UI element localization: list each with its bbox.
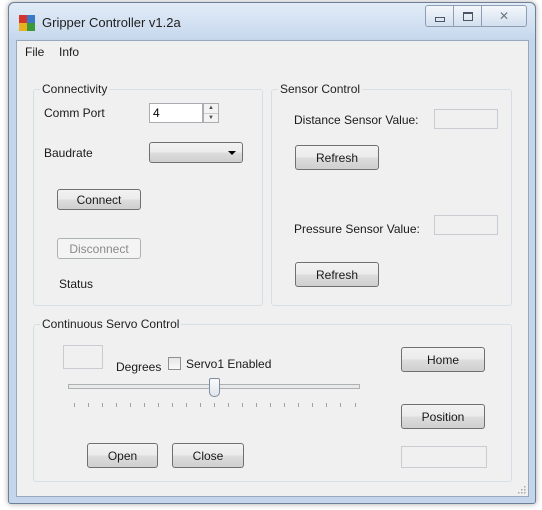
slider-tick <box>214 403 215 407</box>
pressure-sensor-label: Pressure Sensor Value: <box>294 222 420 236</box>
servo-control-group: Continuous Servo Control Degrees Servo1 … <box>33 317 512 482</box>
comm-port-input[interactable] <box>149 103 203 123</box>
spin-up-icon[interactable]: ▲ <box>204 104 218 114</box>
minimize-icon <box>434 16 445 22</box>
client-area: File Info Connectivity Comm Port ▲ ▼ Bau… <box>16 40 529 497</box>
slider-tick <box>144 403 145 407</box>
chevron-down-icon <box>228 151 236 155</box>
app-window: Gripper Controller v1.2a ✕ File Info Con… <box>8 2 536 504</box>
minimize-button[interactable] <box>425 5 454 27</box>
slider-tick <box>74 403 75 407</box>
resize-grip-icon[interactable] <box>516 484 526 494</box>
servo1-label: Servo1 Enabled <box>186 357 272 371</box>
menu-bar: File Info <box>17 41 528 63</box>
slider-tick <box>312 403 313 407</box>
connect-button[interactable]: Connect <box>57 189 141 210</box>
menu-file[interactable]: File <box>25 45 44 59</box>
slider-tick <box>172 403 173 407</box>
slider-tick <box>242 403 243 407</box>
slider-tick <box>355 403 356 407</box>
spin-down-icon[interactable]: ▼ <box>204 114 218 123</box>
app-icon <box>19 15 35 31</box>
slider-tick <box>228 403 229 407</box>
degrees-label: Degrees <box>116 360 162 374</box>
title-bar[interactable]: Gripper Controller v1.2a ✕ <box>9 3 535 39</box>
window-title: Gripper Controller v1.2a <box>42 15 181 30</box>
maximize-button[interactable] <box>453 5 482 27</box>
servo1-checkbox[interactable] <box>168 357 181 370</box>
slider-tick <box>298 403 299 407</box>
sensor-control-title: Sensor Control <box>278 82 363 96</box>
refresh-pressure-button[interactable]: Refresh <box>295 262 379 287</box>
slider-tick <box>340 403 341 407</box>
pressure-sensor-value <box>434 215 498 235</box>
slider-tick <box>102 403 103 407</box>
comm-port-spinner[interactable]: ▲ ▼ <box>203 103 219 123</box>
slider-thumb[interactable] <box>209 378 220 397</box>
slider-tick <box>200 403 201 407</box>
disconnect-button[interactable]: Disconnect <box>57 238 141 259</box>
servo-slider[interactable] <box>68 378 360 412</box>
open-button[interactable]: Open <box>87 443 158 468</box>
position-value <box>401 446 487 468</box>
baudrate-label: Baudrate <box>44 146 93 160</box>
slider-tick <box>186 403 187 407</box>
caption-buttons: ✕ <box>425 5 527 27</box>
position-button[interactable]: Position <box>401 404 485 429</box>
distance-sensor-label: Distance Sensor Value: <box>294 113 419 127</box>
refresh-distance-button[interactable]: Refresh <box>295 145 379 170</box>
distance-sensor-value <box>434 109 498 129</box>
home-button[interactable]: Home <box>401 347 485 372</box>
degrees-value <box>63 345 103 369</box>
menu-info[interactable]: Info <box>59 45 79 59</box>
connectivity-group: Connectivity Comm Port ▲ ▼ Baudrate Conn… <box>33 82 263 306</box>
baudrate-select[interactable] <box>149 142 243 163</box>
slider-tick <box>116 403 117 407</box>
status-label: Status <box>59 277 94 291</box>
slider-tick <box>284 403 285 407</box>
close-gripper-button[interactable]: Close <box>172 443 244 468</box>
comm-port-label: Comm Port <box>44 106 105 120</box>
sensor-control-group: Sensor Control Distance Sensor Value: Re… <box>271 82 512 306</box>
slider-tick <box>256 403 257 407</box>
slider-tick <box>130 403 131 407</box>
connectivity-title: Connectivity <box>40 82 110 96</box>
slider-tick <box>88 403 89 407</box>
slider-tick <box>326 403 327 407</box>
maximize-icon <box>462 11 473 21</box>
servo-control-title: Continuous Servo Control <box>40 317 182 331</box>
slider-tick <box>270 403 271 407</box>
slider-tick <box>158 403 159 407</box>
close-icon: ✕ <box>498 9 510 23</box>
close-button[interactable]: ✕ <box>481 5 527 27</box>
